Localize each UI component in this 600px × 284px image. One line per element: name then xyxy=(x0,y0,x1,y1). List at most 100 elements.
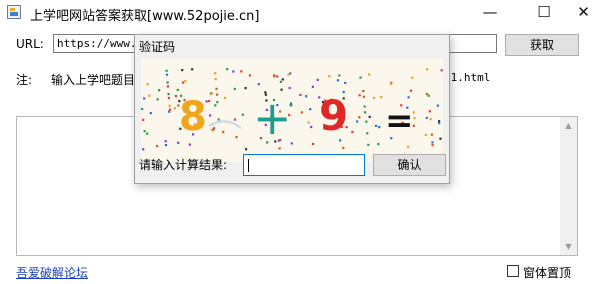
captcha-noise-dot xyxy=(411,76,414,79)
captcha-noise-dot xyxy=(364,111,367,114)
captcha-noise-dot xyxy=(358,94,361,97)
captcha-noise-dot xyxy=(300,111,303,114)
captcha-noise-dot xyxy=(156,145,159,148)
captcha-noise-dot xyxy=(377,143,380,146)
captcha-noise-dot xyxy=(358,116,361,119)
note-text: 输入上学吧题目 xyxy=(51,73,136,87)
captcha-noise-dot xyxy=(425,116,428,119)
captcha-noise-dot xyxy=(413,117,416,120)
captcha-noise-dot xyxy=(173,107,176,110)
captcha-noise-dot xyxy=(208,100,211,103)
captcha-noise-dot xyxy=(431,144,434,147)
note-label: 注: xyxy=(16,73,33,87)
captcha-noise-dot xyxy=(276,75,279,78)
captcha-noise-dot xyxy=(438,120,441,123)
captcha-noise-dot xyxy=(288,86,291,90)
topmost-checkbox[interactable] xyxy=(507,265,519,277)
confirm-button[interactable]: 确认 xyxy=(373,154,446,176)
captcha-noise-dot xyxy=(430,133,433,136)
minimize-button[interactable]: — xyxy=(467,0,513,26)
captcha-noise-dot xyxy=(372,96,376,99)
text-caret xyxy=(248,159,249,172)
captcha-noise-dot xyxy=(257,83,260,86)
captcha-noise-dot xyxy=(165,73,169,76)
captcha-noise-dot xyxy=(141,107,144,111)
captcha-noise-dot xyxy=(166,85,169,88)
captcha-noise-dot xyxy=(149,112,152,115)
captcha-noise-dot xyxy=(362,95,365,98)
close-button[interactable]: ✕ xyxy=(567,0,600,26)
captcha-noise-dot xyxy=(366,132,369,135)
captcha-noise-dot xyxy=(356,120,359,123)
captcha-noise-dot xyxy=(245,148,248,151)
captcha-noise-dot xyxy=(407,96,410,99)
captcha-noise-dot xyxy=(287,73,290,76)
captcha-noise-dot xyxy=(174,94,177,98)
captcha-noise-dot xyxy=(233,87,236,91)
captcha-noise-dot xyxy=(375,124,378,127)
captcha-noise-dot xyxy=(380,96,383,99)
captcha-noise-dot xyxy=(425,92,428,96)
captcha-noise-dot xyxy=(217,118,220,121)
captcha-noise-dot xyxy=(181,69,184,72)
captcha-noise-dot xyxy=(363,105,366,108)
captcha-operator: + xyxy=(253,91,292,145)
captcha-noise-dot xyxy=(143,97,146,100)
captcha-noise-dot xyxy=(279,80,282,83)
captcha-noise-dot xyxy=(235,136,238,139)
captcha-noise-dot xyxy=(164,140,167,143)
captcha-noise-dot xyxy=(359,76,362,79)
window-title: 上学吧网站答案获取[www.52pojie.cn] xyxy=(30,9,260,24)
captcha-noise-dot xyxy=(344,81,347,84)
captcha-noise-dot xyxy=(367,143,370,146)
captcha-noise-dot xyxy=(336,79,339,82)
captcha-noise-dot xyxy=(188,143,191,146)
captcha-noise-dot xyxy=(167,96,170,100)
captcha-noise-dot xyxy=(184,80,187,83)
captcha-noise-dot xyxy=(222,130,225,134)
captcha-dialog: 验证码 8 + 9 = 请输入计算结果: 确认 xyxy=(134,34,450,184)
scroll-up-icon[interactable]: ▲ xyxy=(560,117,577,134)
captcha-noise-dot xyxy=(436,104,439,107)
captcha-noise-dot xyxy=(213,127,216,130)
captcha-noise-dot xyxy=(309,108,312,111)
captcha-left-operand: 8 xyxy=(179,94,207,140)
captcha-noise-dot xyxy=(438,122,441,125)
answer-input[interactable] xyxy=(243,154,365,176)
captcha-noise-dot xyxy=(146,132,149,135)
captcha-noise-dot xyxy=(156,98,159,101)
captcha-noise-dot xyxy=(305,95,308,98)
captcha-noise-dot xyxy=(142,148,145,151)
captcha-noise-dot xyxy=(338,74,341,77)
maximize-button[interactable]: ☐ xyxy=(521,0,567,26)
note-text-tail: s1.html xyxy=(444,71,491,84)
get-button[interactable]: 获取 xyxy=(505,34,579,56)
url-label: URL: xyxy=(16,37,44,51)
captcha-noise-dot xyxy=(328,75,331,78)
captcha-noise-dot xyxy=(312,142,315,146)
topmost-label: 窗体置顶 xyxy=(523,266,572,280)
captcha-noise-dot xyxy=(281,78,284,81)
forum-link[interactable]: 吾爱破解论坛 xyxy=(16,264,88,281)
captcha-noise-dot xyxy=(316,78,319,81)
captcha-noise-dot xyxy=(215,87,218,90)
captcha-noise-dot xyxy=(407,145,410,148)
captcha-noise-dot xyxy=(158,89,161,92)
captcha-noise-dot xyxy=(428,110,431,113)
captcha-noise-dot xyxy=(182,81,185,84)
captcha-noise-dot xyxy=(167,93,170,96)
captcha-noise-dot xyxy=(351,130,354,133)
scroll-down-icon[interactable]: ▼ xyxy=(560,238,577,255)
captcha-noise-dot xyxy=(146,83,149,86)
captcha-noise-dot xyxy=(342,146,345,149)
captcha-noise-dot xyxy=(148,94,151,97)
vertical-scrollbar[interactable]: ▲ ▼ xyxy=(560,117,577,255)
captcha-noise-dot xyxy=(431,141,434,144)
captcha-noise-dot xyxy=(232,70,235,73)
captcha-noise-dot xyxy=(439,137,442,140)
captcha-noise-dot xyxy=(168,108,171,111)
captcha-noise-dot xyxy=(311,85,314,88)
captcha-noise-dot xyxy=(216,101,219,104)
captcha-noise-dot xyxy=(390,82,393,85)
captcha-noise-dot xyxy=(240,70,243,73)
